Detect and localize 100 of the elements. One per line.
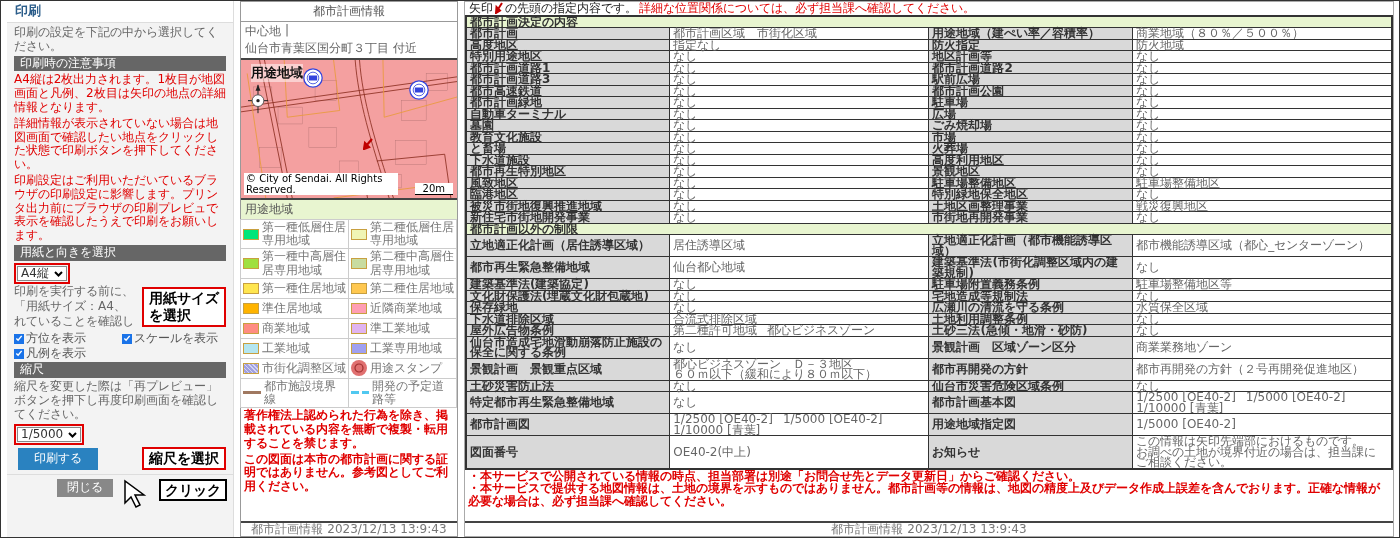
callout-text: を選択 <box>149 307 192 324</box>
legend-label: 近隣商業地域 <box>370 301 442 315</box>
note-text: この図面は本市の都市計画に関する証明ではありません。参考図としてご利用ください。 <box>243 451 449 495</box>
arrow-marker-icon <box>363 138 373 150</box>
legend-label: 第二種住居地域 <box>370 281 454 295</box>
value-cell: 戦災復興地区 <box>1132 200 1392 212</box>
label-cell: 図面番号 <box>466 435 670 469</box>
legend-label: 都市施設境界線 <box>264 379 337 407</box>
value-text: 1/5000 [OE40-2] <box>782 414 883 425</box>
copyright-text: © City of Sendai. All Rights Reserved. <box>244 173 398 195</box>
value-cell: なし <box>1132 313 1392 325</box>
value-cell: 合流式排除区域 <box>669 313 929 325</box>
panel-title: 印刷 <box>7 1 233 23</box>
notice-text: A4縦は2枚出力されます。1枚目が地図画面と凡例、2枚目は矢印の地点の詳細情報となります。 <box>14 73 226 115</box>
click-label: クリック <box>159 479 227 502</box>
value-cell: 都市機能誘導区域（都心_センターゾーン） <box>1132 234 1392 257</box>
legend-label: 工業地域 <box>262 341 310 355</box>
value-text: 1/5000 [OE40-2] <box>1245 392 1346 403</box>
value-cell: なし <box>669 380 929 392</box>
callout-text: 用紙サイズ <box>149 290 219 308</box>
chevron-icon <box>68 431 78 438</box>
value-cell: 商業業務地ゾーン <box>1132 336 1392 359</box>
value-cell: なし <box>669 85 929 97</box>
value-cell: なし <box>669 108 929 120</box>
scale-bar: 20m <box>414 183 453 195</box>
value-cell: なし <box>1132 154 1392 166</box>
value-text: 都心ビジネスゾーン <box>767 325 876 336</box>
option-checkbox[interactable]: スケールを表示 <box>122 331 226 346</box>
value-text: ６０ｍ以下（緩和により８０ｍ以下） <box>673 369 878 380</box>
label-cell: 都市計画基本図 <box>929 391 1133 414</box>
arrow-marker-icon <box>495 2 503 15</box>
value-cell: なし <box>1132 256 1392 279</box>
sheet-footer: 都市計画情報 2023/12/13 13:9:43 <box>465 520 1393 536</box>
address-text: 仙台市青葉区国分町３丁目 付近 <box>245 40 417 57</box>
label-cell: 用途地域指定図 <box>929 413 1133 436</box>
note-text: 著作権法上認められた行為を除き、掲載されている内容を無断で複製・転用することを禁じます。 <box>243 408 449 452</box>
close-button[interactable]: 閉じる <box>57 479 113 498</box>
cursor-icon <box>123 479 149 510</box>
value-cell: なし <box>1132 85 1392 97</box>
paper-size-select[interactable]: A4縦 <box>17 265 67 282</box>
value-cell: なし <box>1132 290 1392 302</box>
intro-text: の先頭の指定内容です。 <box>505 2 637 15</box>
notice-text: 印刷設定はご利用いただいているブラウザの印刷設定に影響します。プリンタ出力前にブラウザの印刷プレビュで表示を確認したうえで印刷をお願いします。 <box>14 173 219 243</box>
legend-label: 開発の予定道路等 <box>372 379 445 407</box>
value-cell: なし <box>669 336 929 359</box>
stamp-icon <box>303 68 323 88</box>
section-header: 用紙と向きを選択 <box>14 244 226 261</box>
option-checkbox[interactable]: 凡例を表示 <box>14 346 118 361</box>
legend-label: 第二種中高層住居専用地域 <box>370 250 454 277</box>
legend-label: 工業専用地域 <box>370 341 442 355</box>
intro-text: 印刷の設定を下記の中から選択してください。 <box>14 25 219 54</box>
sheet-title: 都市計画情報 <box>241 2 457 22</box>
legend-label: 用途スタンプ <box>370 361 442 375</box>
hint-text: 印刷を実行する前に、 <box>14 285 134 300</box>
label-cell: 都市再生緊急整備地域 <box>466 256 670 279</box>
value-cell: なし <box>669 290 929 302</box>
label-cell: 景観計画 区域ゾーン区分 <box>929 336 1133 359</box>
print-button[interactable]: 印刷する <box>18 447 98 470</box>
label-cell: 特定都市再生緊急整備地域 <box>466 391 670 414</box>
value-text: 第二種許可地域 <box>673 325 758 336</box>
value-text: 1/2500 [OE40-2] <box>673 414 773 425</box>
value-cell: なし <box>669 154 929 166</box>
hint-text: 「用紙サイズ：A4、 <box>14 300 127 315</box>
warning-text: 詳細な位置関係については、必ず担当課へ確認してください。 <box>639 2 975 15</box>
value-cell: なし <box>669 62 929 74</box>
value-cell: 駐車場整備地区 <box>1132 177 1392 189</box>
value-text: 1/10000 [青葉] <box>1136 402 1224 414</box>
value-cell: なし <box>1132 62 1392 74</box>
compass-icon <box>247 84 269 114</box>
chevron-icon <box>53 270 63 277</box>
separator-text: | <box>285 23 290 39</box>
label-cell: お知らせ <box>929 435 1133 469</box>
value-cell: OE40-2(中上) <box>669 435 929 469</box>
value-cell: なし <box>1132 380 1392 392</box>
option-checkbox[interactable]: 方位を表示 <box>14 331 118 346</box>
value-cell: 居住誘導区域 <box>669 234 929 257</box>
callout-label: 縮尺を選択 <box>142 447 226 471</box>
value-cell: 防火地域 <box>1132 39 1392 51</box>
value-cell: なし <box>1132 108 1392 120</box>
hint-text: れていることを確認し <box>14 315 134 329</box>
value-cell: なし <box>669 131 929 143</box>
value-cell: なし <box>669 200 929 212</box>
label-cell: 都市計画図 <box>466 413 670 436</box>
value-cell: 都市再開発の方針（２号再開発促進地区） <box>1132 358 1392 381</box>
value-text: 1/10000 [青葉] <box>673 424 761 436</box>
legend-label: 第一種住居地域 <box>262 281 346 295</box>
legend-label: 準工業地域 <box>370 321 430 335</box>
legend-label: 準住居地域 <box>262 301 322 315</box>
section-header: 縮尺 <box>14 362 226 379</box>
sheet-footer: 都市計画情報 2023/12/13 13:9:43 <box>241 520 457 536</box>
location-text: 中心地 <box>245 23 281 40</box>
stamp-icon <box>409 80 429 100</box>
legend-label: 商業地域 <box>262 321 310 335</box>
value-cell: 指定なし <box>669 39 929 51</box>
legend-label: 市街化調整区域 <box>262 361 346 375</box>
notice-text: 詳細情報が表示されていない場合は地図画面で確認したい地点をクリックした状態で印刷ボタンを押下してください。 <box>14 116 219 172</box>
scale-select[interactable]: 1/5000 <box>17 426 82 443</box>
legend-label: 第一種中高層住居専用地域 <box>262 250 346 277</box>
legend-label: 第一種低層住居専用地域 <box>262 221 346 248</box>
value-text: 1/2500 [OE40-2] <box>1136 392 1236 403</box>
